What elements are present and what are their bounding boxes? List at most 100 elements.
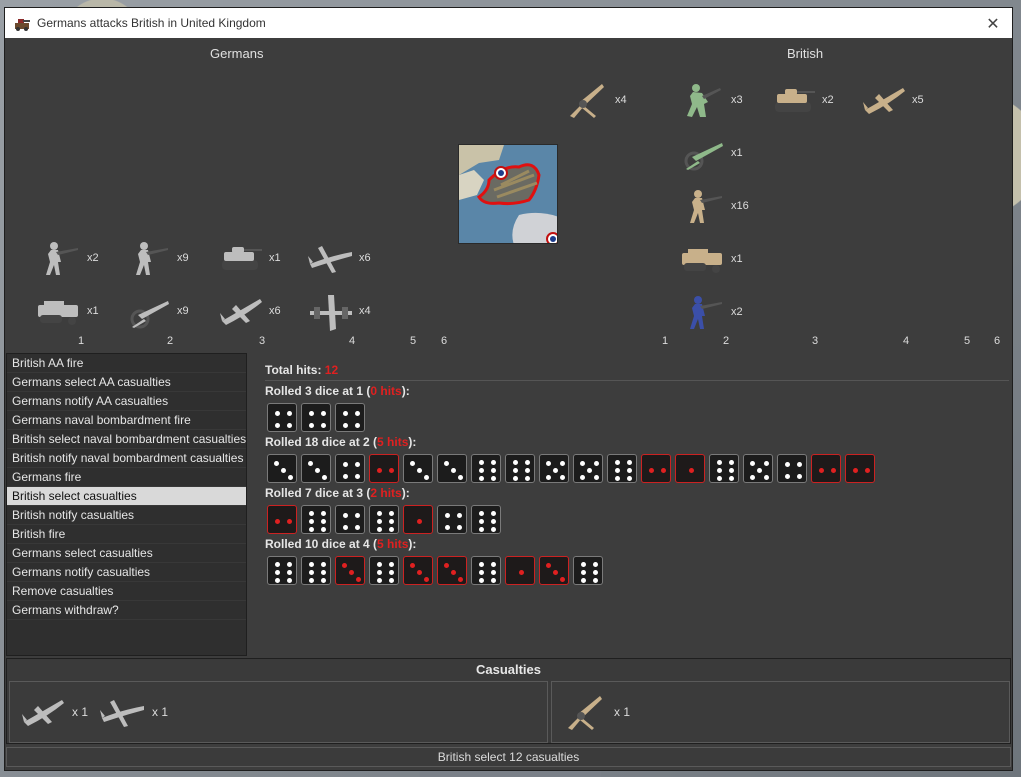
die-pip — [513, 468, 518, 473]
battle-steps-list[interactable]: British AA fire Germans select AA casualt… — [6, 353, 247, 656]
roll-hits: 2 hits — [370, 486, 402, 500]
die-pip — [410, 563, 415, 568]
defender-unit: x2 — [677, 292, 743, 332]
divider — [265, 380, 1009, 381]
die — [743, 454, 773, 483]
die-pip — [410, 461, 415, 466]
die-pip — [321, 570, 326, 575]
die-pip — [479, 527, 484, 532]
die-pip — [356, 577, 361, 582]
step-item[interactable]: British select naval bombardment casualt… — [7, 430, 246, 449]
die-pip — [355, 411, 360, 416]
die-pip — [479, 511, 484, 516]
roll-label: Rolled 18 dice at 2 (5 hits): — [265, 435, 1009, 449]
die-pip — [865, 468, 870, 473]
attacker-unit: x6 — [215, 291, 281, 331]
die-hit — [675, 454, 705, 483]
infantry-icon — [136, 242, 168, 275]
step-item[interactable]: Germans notify casualties — [7, 563, 246, 582]
step-item[interactable]: Germans notify AA casualties — [7, 392, 246, 411]
roll-label: Rolled 7 dice at 3 (2 hits): — [265, 486, 1009, 500]
attacker-col-1: 1 — [78, 335, 85, 347]
close-button[interactable]: ✕ — [982, 12, 1004, 34]
die-hit — [267, 505, 297, 534]
die-pip — [553, 570, 558, 575]
die-pip — [355, 423, 360, 428]
casualty-count: x 1 — [152, 705, 169, 719]
roll-prefix: Rolled 10 dice at 4 ( — [265, 537, 378, 551]
die-pip — [491, 511, 496, 516]
step-item[interactable]: British select casualties — [7, 487, 246, 506]
close-icon: ✕ — [986, 13, 1000, 33]
die-pip — [491, 527, 496, 532]
die-pip — [717, 468, 722, 473]
step-item[interactable]: Germans select casualties — [7, 544, 246, 563]
die-pip — [785, 462, 790, 467]
die-pip — [717, 460, 722, 465]
die-pip — [457, 525, 462, 530]
die-pip — [389, 511, 394, 516]
unit-count: x9 — [177, 305, 189, 317]
die — [335, 403, 365, 432]
die-pip — [819, 468, 824, 473]
step-item[interactable]: Germans naval bombardment fire — [7, 411, 246, 430]
aa-gun-icon — [568, 696, 602, 730]
die-pip — [389, 570, 394, 575]
die-pip — [309, 562, 314, 567]
die-pip — [321, 411, 326, 416]
die-pip — [309, 527, 314, 532]
die-pip — [321, 511, 326, 516]
die-pip — [750, 475, 755, 480]
die-pip — [287, 562, 292, 567]
step-item[interactable]: British notify casualties — [7, 506, 246, 525]
die-pip — [281, 468, 286, 473]
unit-count: x5 — [912, 94, 924, 106]
casualties-title: Casualties — [475, 662, 542, 677]
die-pip — [377, 468, 382, 473]
die-pip — [560, 475, 565, 480]
defender-col-5: 5 — [964, 335, 971, 347]
die — [301, 505, 331, 534]
die-pip — [479, 519, 484, 524]
die-pip — [479, 578, 484, 583]
casualty-count: x 1 — [72, 705, 89, 719]
step-item[interactable]: Germans withdraw? — [7, 601, 246, 620]
die-pip — [343, 411, 348, 416]
die — [505, 454, 535, 483]
step-item[interactable]: British notify naval bombardment casualt… — [7, 449, 246, 468]
die-pip — [750, 461, 755, 466]
attacker-col-5: 5 — [410, 335, 417, 347]
die-hit — [403, 505, 433, 534]
die-pip — [491, 460, 496, 465]
die-pip — [491, 476, 496, 481]
roll-prefix: Rolled 3 dice at 1 ( — [265, 384, 371, 398]
dice-row — [267, 505, 1009, 534]
attacker-col-4: 4 — [349, 335, 356, 347]
roll-suffix: ): — [401, 486, 410, 500]
attacker-col-6: 6 — [441, 335, 448, 347]
roll-suffix: ): — [408, 435, 417, 449]
die-pip — [343, 462, 348, 467]
die-pip — [831, 468, 836, 473]
die-pip — [417, 519, 422, 524]
step-item[interactable]: Germans select AA casualties — [7, 373, 246, 392]
die-pip — [729, 468, 734, 473]
unit-count: x3 — [731, 94, 743, 106]
die-hit — [335, 556, 365, 585]
die-pip — [309, 511, 314, 516]
step-item[interactable]: Remove casualties — [7, 582, 246, 601]
die-pip — [689, 468, 694, 473]
united-kingdom-map-icon — [459, 145, 557, 243]
roll-groups: Rolled 3 dice at 1 (0 hits): Rolled 18 di… — [257, 384, 1009, 585]
die-pip — [389, 578, 394, 583]
die — [301, 556, 331, 585]
die-pip — [275, 411, 280, 416]
step-item[interactable]: British fire — [7, 525, 246, 544]
die-pip — [444, 461, 449, 466]
step-item[interactable]: British AA fire — [7, 354, 246, 373]
die-pip — [287, 570, 292, 575]
die-pip — [479, 562, 484, 567]
die-pip — [580, 475, 585, 480]
die — [709, 454, 739, 483]
step-item[interactable]: Germans fire — [7, 468, 246, 487]
